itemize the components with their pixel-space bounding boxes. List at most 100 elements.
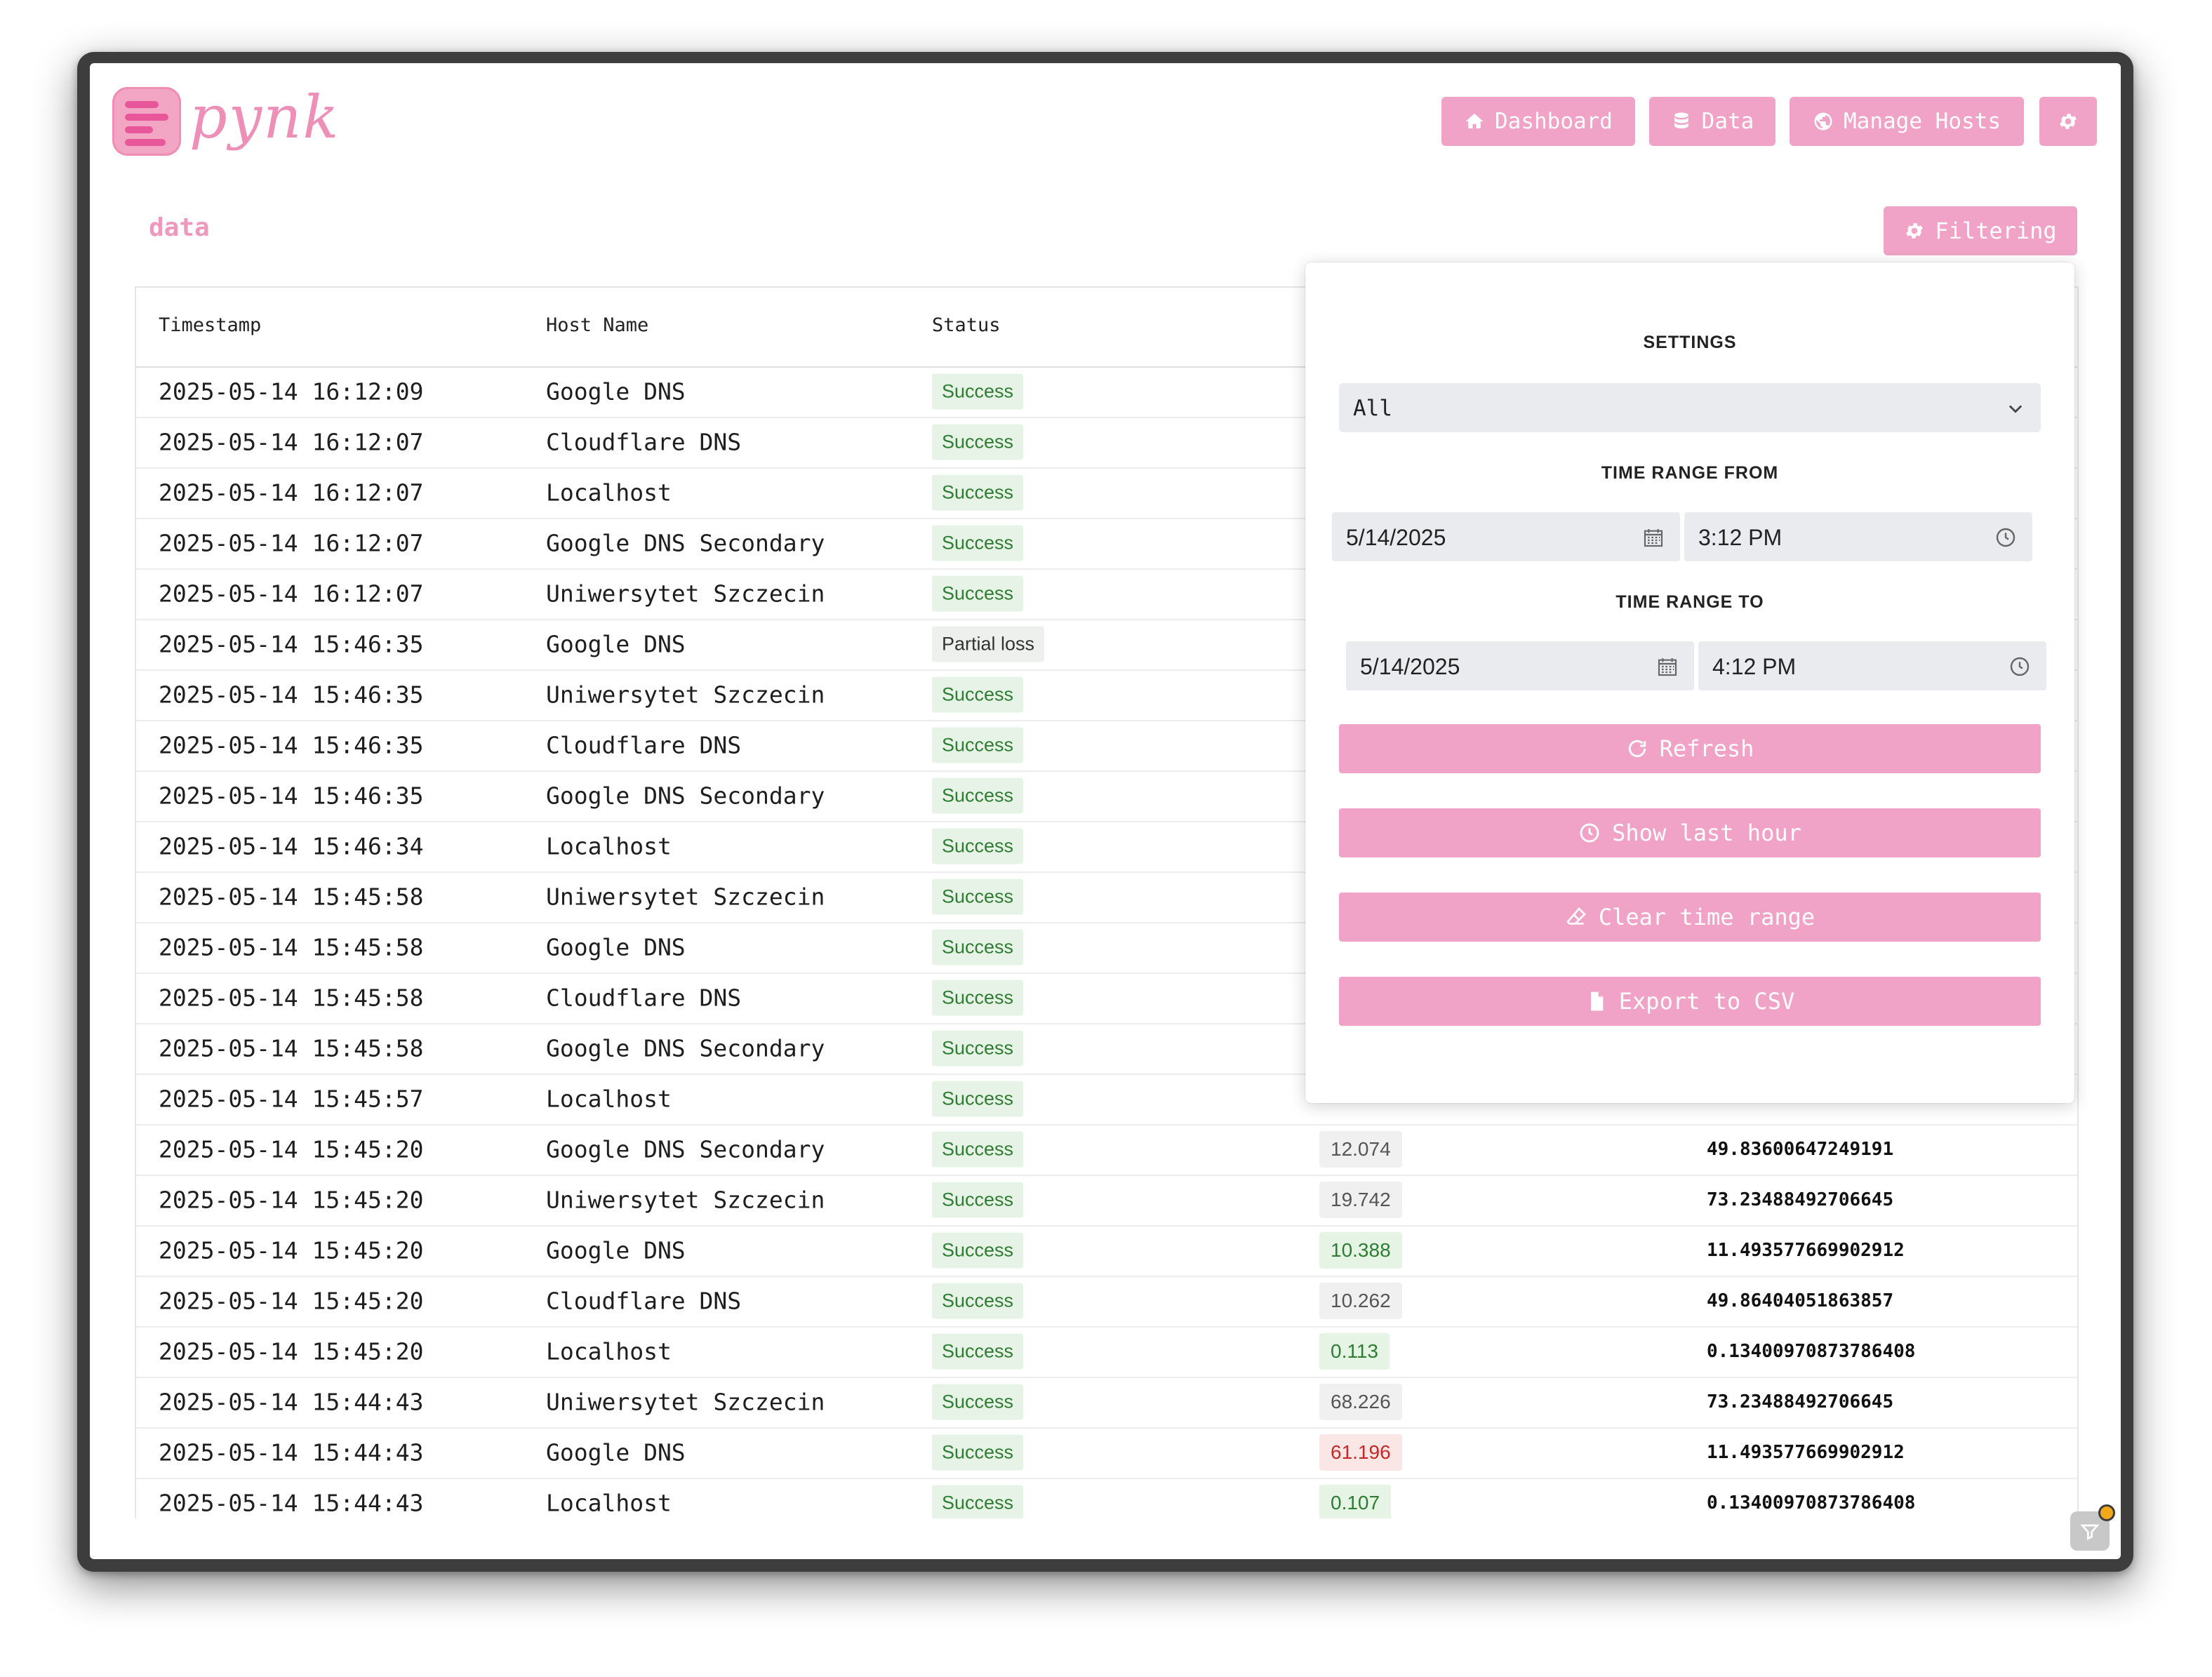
host-name-cell: Localhost [546, 1337, 672, 1365]
gear-icon [1906, 223, 1924, 239]
table-row[interactable]: 2025-05-14 15:45:20 Google DNS Secondary S… [136, 1124, 2077, 1176]
timestamp-cell: 2025-05-14 15:45:58 [159, 883, 424, 911]
status-badge: Partial loss [932, 626, 1045, 662]
clock-icon[interactable] [1994, 526, 2017, 549]
timestamp-cell: 2025-05-14 15:45:20 [159, 1287, 424, 1315]
manage-hosts-label: Manage Hosts [1844, 109, 2001, 134]
table-row[interactable]: 2025-05-14 15:44:43 Localhost Success 0.107… [136, 1478, 2077, 1518]
timestamp-cell: 2025-05-14 16:12:07 [159, 529, 424, 557]
host-name-cell: Google DNS Secondary [546, 1135, 825, 1163]
to-time-input[interactable]: 4:12 PM [1698, 641, 2046, 690]
latency-badge: 61.196 [1319, 1434, 1402, 1471]
host-name-cell: Cloudflare DNS [546, 1287, 742, 1315]
status-badge: Success [932, 727, 1024, 763]
value-cell: 11.493577669902912 [1707, 1240, 1905, 1261]
app-screen: pynk Dashboard Data Manage Hosts data Fi… [90, 63, 2121, 1559]
table-row[interactable]: 2025-05-14 15:44:43 Google DNS Success 61.1… [136, 1427, 2077, 1479]
to-date-input[interactable]: 5/14/2025 [1346, 641, 1694, 690]
clear-time-range-button[interactable]: Clear time range [1339, 893, 2041, 942]
filtering-label: Filtering [1935, 218, 2057, 244]
host-name-cell: Uniwersytet Szczecin [546, 1388, 825, 1416]
to-date-value: 5/14/2025 [1360, 654, 1460, 679]
timestamp-cell: 2025-05-14 16:12:07 [159, 428, 424, 456]
refresh-icon [1628, 740, 1646, 757]
timestamp-cell: 2025-05-14 15:45:58 [159, 933, 424, 961]
timestamp-cell: 2025-05-14 16:12:09 [159, 378, 424, 406]
latency-badge: 12.074 [1319, 1131, 1402, 1168]
notification-dot [2098, 1504, 2115, 1521]
status-badge: Success [932, 1030, 1024, 1067]
status-badge: Success [932, 1485, 1024, 1518]
table-row[interactable]: 2025-05-14 15:44:43 Uniwersytet Szczecin S… [136, 1377, 2077, 1429]
timestamp-cell: 2025-05-14 15:45:58 [159, 984, 424, 1012]
status-badge: Success [932, 575, 1024, 612]
status-badge: Success [932, 878, 1024, 915]
value-cell: 0.13400970873786408 [1707, 1341, 1916, 1362]
status-badge: Success [932, 1232, 1024, 1269]
refresh-label: Refresh [1659, 735, 1754, 762]
table-row[interactable]: 2025-05-14 15:45:20 Cloudflare DNS Success… [136, 1276, 2077, 1328]
time-range-to-label: TIME RANGE TO [1615, 592, 1764, 612]
timestamp-cell: 2025-05-14 15:44:43 [159, 1438, 424, 1466]
settings-select[interactable]: All [1339, 383, 2041, 432]
eraser-icon [1566, 907, 1586, 925]
timestamp-cell: 2025-05-14 15:46:35 [159, 731, 424, 759]
value-cell: 0.13400970873786408 [1707, 1492, 1916, 1514]
host-name-cell: Localhost [546, 1489, 672, 1517]
from-date-input[interactable]: 5/14/2025 [1332, 512, 1680, 561]
file-icon [1590, 991, 1604, 1011]
status-badge: Success [932, 1182, 1024, 1218]
dashboard-button[interactable]: Dashboard [1441, 97, 1635, 146]
status-badge: Success [932, 525, 1024, 561]
column-header-host-name[interactable]: Host Name [546, 314, 648, 336]
settings-select-value: All [1353, 396, 1392, 421]
calendar-icon[interactable] [1656, 655, 1679, 678]
timestamp-cell: 2025-05-14 15:46:35 [159, 630, 424, 658]
host-name-cell: Google DNS [546, 378, 686, 406]
database-icon [1674, 112, 1688, 128]
latency-badge: 0.113 [1319, 1333, 1390, 1370]
logo-icon[interactable] [112, 87, 181, 156]
status-badge: Success [932, 474, 1024, 511]
calendar-icon[interactable] [1642, 526, 1665, 549]
timestamp-cell: 2025-05-14 15:45:20 [159, 1135, 424, 1163]
timestamp-cell: 2025-05-14 15:45:20 [159, 1337, 424, 1365]
status-badge: Success [932, 424, 1024, 460]
data-button[interactable]: Data [1649, 97, 1775, 146]
latency-badge: 0.107 [1319, 1485, 1392, 1518]
from-time-input[interactable]: 3:12 PM [1684, 512, 2032, 561]
status-badge: Success [932, 676, 1024, 713]
host-name-cell: Cloudflare DNS [546, 731, 742, 759]
timestamp-cell: 2025-05-14 15:46:35 [159, 782, 424, 810]
export-csv-label: Export to CSV [1618, 988, 1795, 1015]
latency-badge: 10.388 [1319, 1232, 1402, 1269]
host-name-cell: Google DNS [546, 933, 686, 961]
show-last-hour-button[interactable]: Show last hour [1339, 808, 2041, 857]
logo-text[interactable]: pynk [189, 83, 340, 160]
status-badge: Success [932, 1131, 1024, 1168]
manage-hosts-button[interactable]: Manage Hosts [1790, 97, 2024, 146]
host-name-cell: Google DNS [546, 630, 686, 658]
dashboard-label: Dashboard [1495, 109, 1613, 134]
export-csv-button[interactable]: Export to CSV [1339, 977, 2041, 1026]
filtering-button[interactable]: Filtering [1884, 206, 2077, 255]
table-row[interactable]: 2025-05-14 15:45:20 Google DNS Success 10.3… [136, 1225, 2077, 1277]
data-label: Data [1701, 109, 1754, 134]
timestamp-cell: 2025-05-14 15:46:34 [159, 832, 424, 860]
to-time-value: 4:12 PM [1712, 654, 1797, 679]
status-badge: Success [932, 980, 1024, 1016]
page-title: data [149, 213, 210, 242]
table-row[interactable]: 2025-05-14 15:45:20 Localhost Success 0.113… [136, 1326, 2077, 1378]
table-row[interactable]: 2025-05-14 15:45:20 Uniwersytet Szczecin S… [136, 1175, 2077, 1227]
value-cell: 73.23488492706645 [1707, 1391, 1894, 1412]
host-name-cell: Cloudflare DNS [546, 428, 742, 456]
from-date-value: 5/14/2025 [1346, 525, 1446, 550]
window-frame: pynk Dashboard Data Manage Hosts data Fi… [77, 52, 2133, 1572]
settings-button[interactable] [2039, 97, 2097, 146]
column-header-timestamp[interactable]: Timestamp [159, 314, 261, 336]
status-badge: Success [932, 1333, 1024, 1370]
timestamp-cell: 2025-05-14 16:12:07 [159, 479, 424, 507]
column-header-status[interactable]: Status [932, 314, 1001, 336]
clock-icon[interactable] [2008, 655, 2031, 678]
refresh-button[interactable]: Refresh [1339, 724, 2041, 773]
